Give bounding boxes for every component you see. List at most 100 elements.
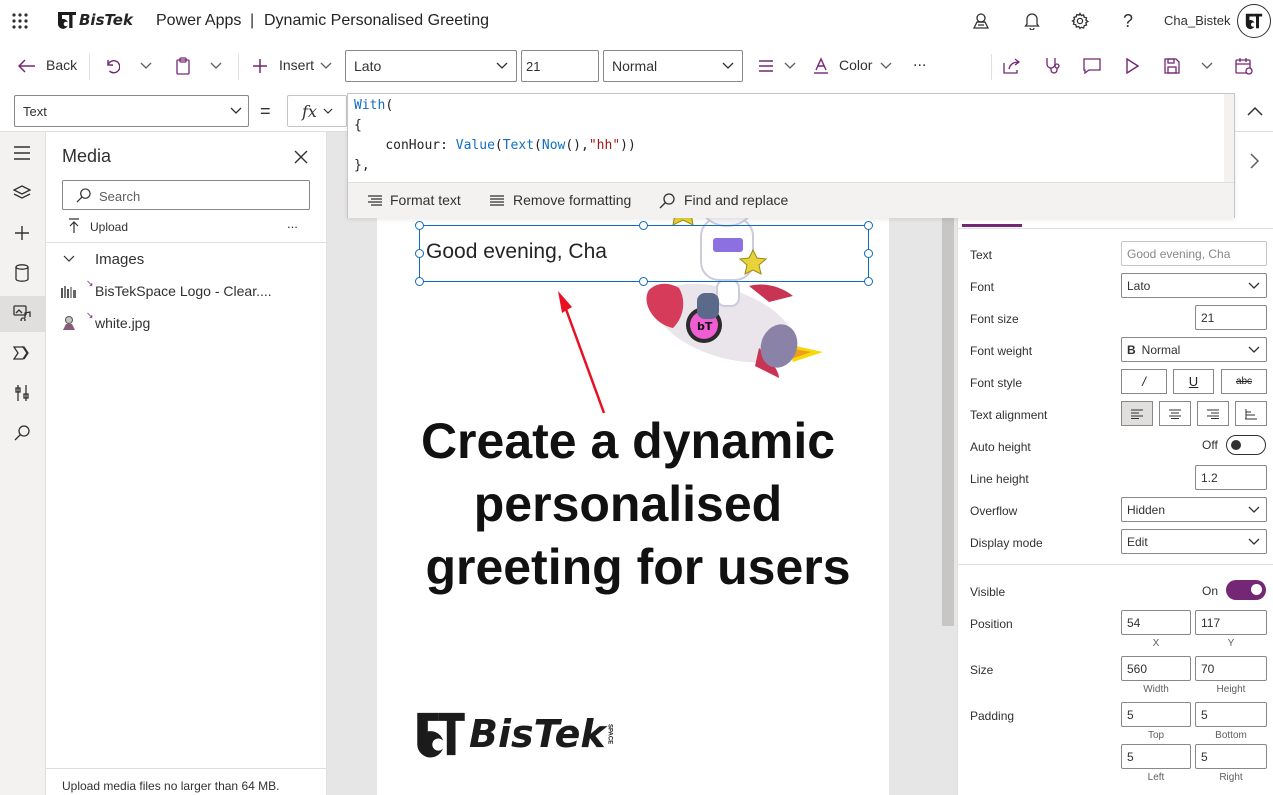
publish-icon[interactable] xyxy=(1233,55,1255,77)
media-list-item[interactable]: ↘ white.jpg xyxy=(56,310,322,336)
padding-left-input[interactable]: 5 xyxy=(1121,744,1191,769)
share-icon[interactable] xyxy=(1001,55,1023,77)
align-left-button[interactable] xyxy=(1121,401,1153,426)
resize-handle[interactable] xyxy=(639,221,648,230)
italic-button[interactable]: / xyxy=(1121,369,1167,394)
resize-handle[interactable] xyxy=(415,249,424,258)
save-icon[interactable] xyxy=(1161,55,1183,77)
paste-chevron-down-icon[interactable] xyxy=(207,56,225,76)
resize-handle[interactable] xyxy=(639,277,648,286)
paste-icon[interactable] xyxy=(172,56,194,76)
visible-toggle[interactable] xyxy=(1226,580,1266,600)
align-right-button[interactable] xyxy=(1197,401,1229,426)
padding-top-label: Top xyxy=(1147,730,1165,741)
image-thumbnail-icon xyxy=(63,316,75,330)
padding-right-input[interactable]: 5 xyxy=(1195,744,1267,769)
environment-icon[interactable] xyxy=(970,10,992,32)
padding-bottom-input[interactable]: 5 xyxy=(1195,702,1267,727)
close-icon[interactable] xyxy=(290,146,312,168)
position-y-input[interactable]: 117 xyxy=(1195,610,1267,635)
upload-button[interactable]: Upload xyxy=(90,220,128,234)
font-dropdown[interactable]: Lato xyxy=(1121,273,1267,298)
app-screen[interactable]: bT Good evening, Cha Create a dynamic pe… xyxy=(377,132,889,795)
strikethrough-button[interactable]: abc xyxy=(1221,369,1267,394)
font-weight-dropdown[interactable]: Normal xyxy=(603,50,743,82)
resize-handle[interactable] xyxy=(864,277,873,286)
user-avatar[interactable] xyxy=(1237,4,1271,38)
size-width-input[interactable]: 560 xyxy=(1121,656,1191,681)
formula-editor[interactable]: With( { conHour: Value(Text(Now(),"hh"))… xyxy=(347,93,1235,218)
insert-plus-icon[interactable] xyxy=(250,56,270,76)
chevron-right-icon[interactable] xyxy=(1244,150,1266,172)
underline-button[interactable]: U xyxy=(1173,369,1214,394)
settings-icon[interactable] xyxy=(1069,10,1091,32)
resize-handle[interactable] xyxy=(864,249,873,258)
undo-icon[interactable] xyxy=(101,56,123,76)
images-section-header[interactable]: Images xyxy=(95,251,144,268)
find-replace-button[interactable]: Find and replace xyxy=(684,192,788,208)
align-justify-button[interactable] xyxy=(1235,401,1267,426)
padding-top-input[interactable]: 5 xyxy=(1121,702,1191,727)
fx-button[interactable]: fx xyxy=(287,95,347,127)
back-button[interactable]: Back xyxy=(46,57,77,73)
align-center-button[interactable] xyxy=(1159,401,1191,426)
collapse-formula-chevron-up-icon[interactable] xyxy=(1244,100,1266,122)
data-cylinder-icon[interactable] xyxy=(11,262,33,284)
color-button[interactable]: Color xyxy=(839,57,872,73)
user-name[interactable]: Cha_Bistek xyxy=(1164,13,1230,28)
insert-plus-icon[interactable] xyxy=(11,222,33,244)
auto-height-toggle[interactable] xyxy=(1226,435,1266,455)
color-chevron-down-icon[interactable] xyxy=(877,56,895,76)
format-text-button[interactable]: Format text xyxy=(390,192,461,208)
comments-icon[interactable] xyxy=(1081,55,1103,77)
position-y-label: Y xyxy=(1227,638,1235,649)
auto-height-state: Off xyxy=(1202,438,1218,452)
app-launcher-icon[interactable] xyxy=(10,11,30,31)
text-value-input[interactable]: Good evening, Cha xyxy=(1121,241,1267,266)
save-chevron-down-icon[interactable] xyxy=(1198,56,1216,76)
media-search-input[interactable]: Search xyxy=(62,180,310,210)
size-height-input[interactable]: 70 xyxy=(1195,656,1267,681)
insert-chevron-down-icon[interactable] xyxy=(317,56,335,76)
align-icon[interactable] xyxy=(755,56,777,76)
remove-formatting-button[interactable]: Remove formatting xyxy=(513,192,631,208)
greeting-label-selected[interactable]: Good evening, Cha xyxy=(419,225,869,282)
overflow-dropdown[interactable]: Hidden xyxy=(1121,497,1267,522)
media-icon[interactable] xyxy=(11,302,33,324)
app-checker-icon[interactable] xyxy=(1041,55,1063,77)
media-list-item[interactable]: ↘ BisTekSpace Logo - Clear.... xyxy=(56,278,322,304)
resize-handle[interactable] xyxy=(415,221,424,230)
chevron-down-icon[interactable] xyxy=(62,252,76,266)
notifications-icon[interactable] xyxy=(1021,10,1043,32)
position-x-input[interactable]: 54 xyxy=(1121,610,1191,635)
canvas-scrollbar-thumb[interactable] xyxy=(942,212,954,626)
remove-formatting-icon xyxy=(488,194,506,208)
editor-scrollbar[interactable] xyxy=(1224,94,1234,182)
app-title[interactable]: Dynamic Personalised Greeting xyxy=(264,12,489,30)
back-arrow-icon[interactable] xyxy=(16,56,38,76)
upload-icon[interactable] xyxy=(66,218,82,234)
help-icon[interactable]: ? xyxy=(1117,10,1139,32)
font-weight-dropdown[interactable]: B Normal xyxy=(1121,337,1267,362)
font-size-input[interactable]: 21 xyxy=(1195,305,1267,330)
equals-sign: = xyxy=(260,101,271,121)
preview-play-icon[interactable] xyxy=(1121,55,1143,77)
tree-view-layers-icon[interactable] xyxy=(11,182,33,204)
search-icon[interactable] xyxy=(11,422,33,444)
resize-handle[interactable] xyxy=(864,221,873,230)
display-mode-dropdown[interactable]: Edit xyxy=(1121,529,1267,554)
property-dropdown[interactable]: Text xyxy=(14,95,249,127)
font-color-icon[interactable] xyxy=(810,55,832,77)
line-height-input[interactable]: 1.2 xyxy=(1195,465,1267,490)
font-size-input[interactable]: 21 xyxy=(521,50,599,82)
resize-handle[interactable] xyxy=(415,277,424,286)
font-family-dropdown[interactable]: Lato xyxy=(345,50,517,82)
more-options-button[interactable]: ... xyxy=(287,216,298,231)
power-automate-icon[interactable] xyxy=(11,342,33,364)
more-commands-button[interactable]: ... xyxy=(913,53,926,71)
undo-chevron-down-icon[interactable] xyxy=(137,56,155,76)
hamburger-menu-icon[interactable] xyxy=(11,144,33,162)
insert-button[interactable]: Insert xyxy=(279,57,314,73)
advanced-tools-icon[interactable] xyxy=(11,382,33,404)
align-chevron-down-icon[interactable] xyxy=(781,56,799,76)
